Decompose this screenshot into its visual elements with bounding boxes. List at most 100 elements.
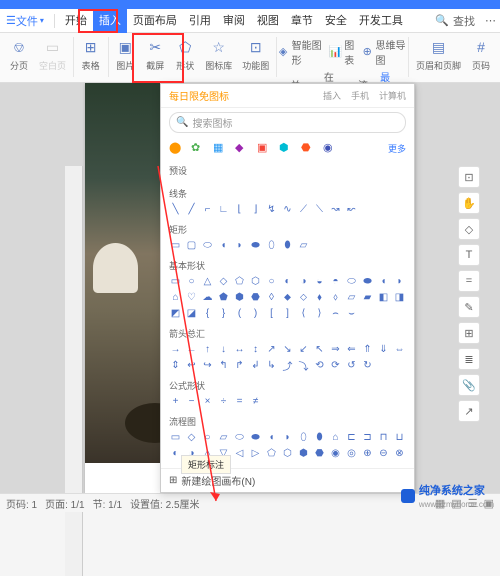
overflow-icon[interactable]: ⋯ — [485, 14, 496, 27]
shape-option[interactable]: ↔ — [233, 343, 246, 356]
shape-option[interactable]: ◒ — [313, 275, 326, 288]
shape-option[interactable]: ⌂ — [169, 291, 182, 304]
ribbon-headerfooter[interactable]: ▤页眉和页脚 — [411, 35, 466, 74]
ribbon-screenshot[interactable]: ✂截屏 — [140, 35, 170, 74]
shape-option[interactable]: ↯ — [265, 203, 278, 216]
shape-option[interactable]: [ — [265, 307, 278, 320]
shape-option[interactable]: ⟳ — [329, 359, 342, 372]
shape-option[interactable]: ◨ — [393, 291, 406, 304]
rtb-share[interactable]: ↗ — [458, 400, 480, 422]
shape-option[interactable]: ○ — [185, 275, 198, 288]
shape-option[interactable]: ⟨ — [297, 307, 310, 320]
panel-tab-insert[interactable]: 插入 — [323, 89, 341, 102]
shape-option[interactable]: ⇑ — [361, 343, 374, 356]
shape-option[interactable]: ⟩ — [313, 307, 326, 320]
shape-option[interactable]: ⇒ — [329, 343, 342, 356]
shape-option[interactable]: ⊐ — [361, 431, 374, 444]
shape-option[interactable]: ⬯ — [265, 239, 278, 252]
shape-option[interactable]: ⬦ — [297, 291, 310, 304]
shape-option[interactable]: ⤵ — [297, 359, 310, 372]
shape-option[interactable]: ⌂ — [329, 431, 342, 444]
shape-option[interactable]: ⬠ — [233, 275, 246, 288]
shape-option[interactable]: ⊓ — [377, 431, 390, 444]
rtb-grid[interactable]: ⊞ — [458, 322, 480, 344]
ribbon-table[interactable]: ⊞表格 — [76, 35, 106, 74]
shape-option[interactable]: ◗ — [233, 239, 246, 252]
shape-option[interactable]: ◁ — [233, 447, 246, 460]
tab-review[interactable]: 审阅 — [217, 9, 251, 33]
shape-option[interactable]: ↰ — [217, 359, 230, 372]
ribbon-shapes[interactable]: ⬠形状 — [170, 35, 200, 74]
ribbon-mindmap[interactable]: ⊕思维导图 — [363, 37, 407, 67]
rtb-brush[interactable]: ✎ — [458, 296, 480, 318]
shape-option[interactable]: ) — [249, 307, 262, 320]
ribbon-pagenum[interactable]: #页码 — [466, 35, 496, 74]
shape-option[interactable]: ↘ — [281, 343, 294, 356]
shape-option[interactable]: ⌣ — [345, 307, 358, 320]
shape-option[interactable]: ⇕ — [169, 359, 182, 372]
shape-option[interactable]: ◖ — [217, 239, 230, 252]
shape-option[interactable]: ⊏ — [345, 431, 358, 444]
shape-option[interactable]: ▱ — [217, 431, 230, 444]
tab-references[interactable]: 引用 — [183, 9, 217, 33]
shape-option[interactable]: ◗ — [393, 275, 406, 288]
shape-option[interactable]: ↕ — [249, 343, 262, 356]
shape-option[interactable]: ▰ — [361, 291, 374, 304]
shape-option[interactable]: ↓ — [217, 343, 230, 356]
shape-option[interactable]: ⬬ — [249, 239, 262, 252]
shape-option[interactable]: ▭ — [169, 239, 182, 252]
ribbon-iconlib[interactable]: ☆图标库 — [200, 35, 237, 74]
shape-option[interactable]: ⬡ — [249, 275, 262, 288]
shape-option[interactable]: ◎ — [345, 447, 358, 460]
shape-option[interactable]: ╱ — [185, 203, 198, 216]
shape-option[interactable]: ◇ — [185, 431, 198, 444]
shape-option[interactable]: ⟲ — [313, 359, 326, 372]
shape-option[interactable]: ⟋ — [297, 203, 310, 216]
preset-icon[interactable]: ◆ — [235, 141, 249, 155]
shape-option[interactable]: ⌋ — [249, 203, 262, 216]
shape-option[interactable]: ⬢ — [233, 291, 246, 304]
rtb-clip[interactable]: 📎 — [458, 374, 480, 396]
shape-option[interactable]: ↩ — [185, 359, 198, 372]
shape-option[interactable]: ◇ — [217, 275, 230, 288]
shape-option[interactable]: ≠ — [249, 395, 262, 408]
shape-option[interactable]: ← — [185, 343, 198, 356]
shape-option[interactable]: } — [217, 307, 230, 320]
shape-option[interactable]: ▱ — [297, 239, 310, 252]
panel-tab-phone[interactable]: 手机 — [351, 89, 369, 102]
shape-option[interactable]: ↖ — [313, 343, 326, 356]
shape-option[interactable]: ↑ — [201, 343, 214, 356]
shape-option[interactable]: ⬭ — [345, 275, 358, 288]
shape-option[interactable]: ◪ — [185, 307, 198, 320]
shape-option[interactable]: ⬢ — [297, 447, 310, 460]
shape-option[interactable]: ⬠ — [265, 447, 278, 460]
find-icon[interactable]: 🔍 — [435, 14, 449, 27]
tab-sections[interactable]: 章节 — [285, 9, 319, 33]
shape-option[interactable]: ⇔ — [393, 343, 406, 356]
shape-option[interactable]: ⬬ — [249, 431, 262, 444]
shape-option[interactable]: ⬮ — [281, 239, 294, 252]
tab-devtools[interactable]: 开发工具 — [353, 9, 409, 33]
shape-option[interactable]: ◗ — [281, 431, 294, 444]
shape-option[interactable]: ◖ — [377, 275, 390, 288]
shape-option[interactable]: ⊖ — [377, 447, 390, 460]
tab-insert[interactable]: 插入 — [93, 9, 127, 33]
shape-option[interactable]: = — [233, 395, 246, 408]
rtb-hand[interactable]: ✋ — [458, 192, 480, 214]
shape-option[interactable]: × — [201, 395, 214, 408]
shape-option[interactable]: + — [169, 395, 182, 408]
shape-option[interactable]: ○ — [265, 275, 278, 288]
shape-option[interactable]: ⇐ — [345, 343, 358, 356]
tab-security[interactable]: 安全 — [319, 9, 353, 33]
tab-view[interactable]: 视图 — [251, 9, 285, 33]
shape-option[interactable]: ▭ — [169, 431, 182, 444]
shape-option[interactable]: ⬯ — [297, 431, 310, 444]
shape-option[interactable]: ◉ — [329, 447, 342, 460]
panel-search[interactable]: 🔍 搜索图标 — [169, 112, 406, 133]
shape-option[interactable]: ⌊ — [233, 203, 246, 216]
preset-icon[interactable]: ⬢ — [279, 141, 293, 155]
shape-option[interactable]: ⬭ — [201, 239, 214, 252]
file-menu[interactable]: ☰ 文件▾ — [6, 13, 44, 29]
shape-option[interactable]: ] — [281, 307, 294, 320]
shape-option[interactable]: ◑ — [297, 275, 310, 288]
